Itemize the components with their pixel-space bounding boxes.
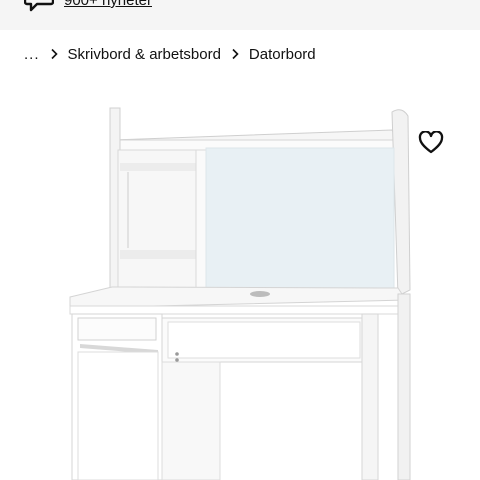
speech-bubble-icon[interactable] (24, 0, 54, 12)
heart-outline-icon (418, 131, 444, 154)
breadcrumb-item-desks[interactable]: Skrivbord & arbetsbord (68, 46, 221, 63)
news-link[interactable]: 900+ nyheter (64, 0, 152, 9)
product-media[interactable] (0, 90, 480, 480)
chevron-right-icon (232, 48, 239, 60)
chevron-right-icon (50, 48, 58, 60)
product-image (0, 90, 480, 480)
top-bar: 900+ nyheter (0, 0, 480, 30)
favourite-button[interactable] (410, 122, 452, 164)
breadcrumb-ellipsis[interactable]: ... (24, 46, 40, 63)
breadcrumb-item-computer-desks[interactable]: Datorbord (249, 46, 316, 63)
breadcrumb: ... Skrivbord & arbetsbord Datorbord (24, 43, 316, 65)
